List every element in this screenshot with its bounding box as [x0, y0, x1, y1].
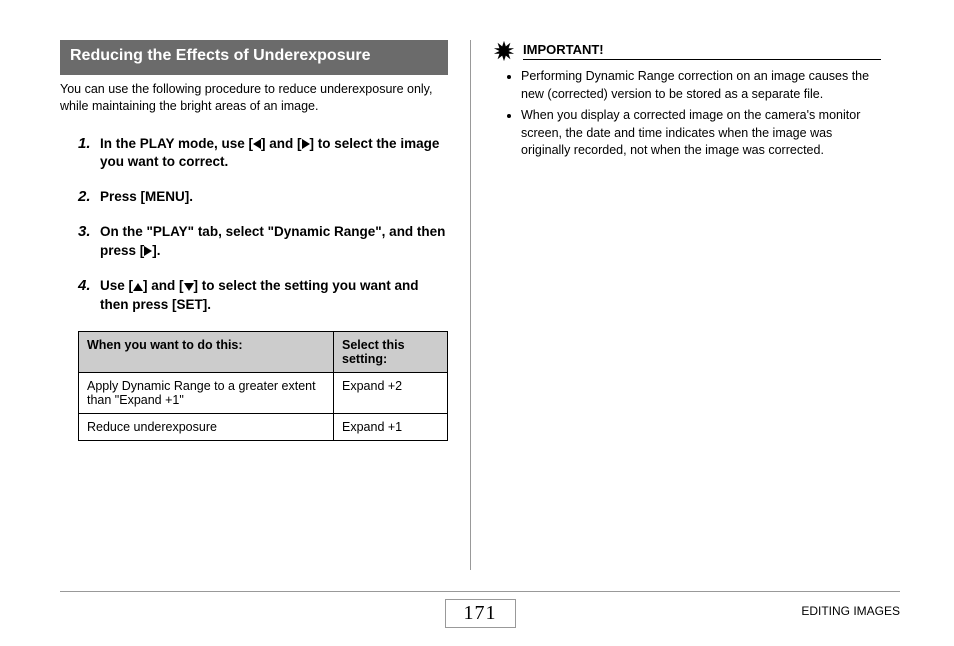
- step-number: 2.: [78, 188, 100, 207]
- page-footer: 171 EDITING IMAGES: [60, 591, 900, 628]
- table-cell: Apply Dynamic Range to a greater extent …: [79, 372, 334, 413]
- burst-icon: [493, 40, 515, 62]
- footer-rule: [60, 591, 900, 592]
- table-row: Reduce underexposure Expand +1: [79, 413, 448, 440]
- table-cell: Expand +1: [334, 413, 448, 440]
- step-text: Press [MENU].: [100, 188, 193, 207]
- step-2: 2. Press [MENU].: [78, 188, 448, 207]
- section-name: EDITING IMAGES: [801, 604, 900, 618]
- table-header: When you want to do this:: [79, 331, 334, 372]
- left-column: Reducing the Effects of Underexposure Yo…: [60, 40, 470, 570]
- text-fragment: ] and [: [261, 136, 302, 151]
- step-number: 3.: [78, 223, 100, 261]
- step-number: 4.: [78, 277, 100, 315]
- important-label: IMPORTANT!: [523, 42, 881, 60]
- note-item: Performing Dynamic Range correction on a…: [521, 68, 881, 103]
- table-header-row: When you want to do this: Select this se…: [79, 331, 448, 372]
- step-text: Use [] and [] to select the setting you …: [100, 277, 448, 315]
- arrow-right-icon: [302, 139, 310, 149]
- settings-table: When you want to do this: Select this se…: [78, 331, 448, 441]
- table-header: Select this setting:: [334, 331, 448, 372]
- table-cell: Reduce underexposure: [79, 413, 334, 440]
- footer-content: 171 EDITING IMAGES: [60, 598, 900, 628]
- section-title: Reducing the Effects of Underexposure: [60, 40, 448, 75]
- page-number: 171: [445, 599, 516, 628]
- arrow-left-icon: [253, 139, 261, 149]
- important-notes: Performing Dynamic Range correction on a…: [493, 68, 881, 160]
- step-1: 1. In the PLAY mode, use [] and [] to se…: [78, 135, 448, 173]
- table-row: Apply Dynamic Range to a greater extent …: [79, 372, 448, 413]
- step-4: 4. Use [] and [] to select the setting y…: [78, 277, 448, 315]
- page-content: Reducing the Effects of Underexposure Yo…: [60, 40, 900, 600]
- important-heading: IMPORTANT!: [493, 40, 881, 62]
- text-fragment: Use [: [100, 278, 133, 293]
- note-item: When you display a corrected image on th…: [521, 107, 881, 160]
- arrow-down-icon: [184, 283, 194, 291]
- step-list: 1. In the PLAY mode, use [] and [] to se…: [60, 135, 448, 315]
- step-number: 1.: [78, 135, 100, 173]
- right-column: IMPORTANT! Performing Dynamic Range corr…: [471, 40, 881, 570]
- two-column-layout: Reducing the Effects of Underexposure Yo…: [60, 40, 900, 570]
- table-cell: Expand +2: [334, 372, 448, 413]
- text-fragment: In the PLAY mode, use [: [100, 136, 253, 151]
- arrow-up-icon: [133, 283, 143, 291]
- intro-text: You can use the following procedure to r…: [60, 81, 448, 115]
- step-text: In the PLAY mode, use [] and [] to selec…: [100, 135, 448, 173]
- step-3: 3. On the "PLAY" tab, select "Dynamic Ra…: [78, 223, 448, 261]
- text-fragment: ] and [: [143, 278, 184, 293]
- step-text: On the "PLAY" tab, select "Dynamic Range…: [100, 223, 448, 261]
- text-fragment: ].: [152, 243, 160, 258]
